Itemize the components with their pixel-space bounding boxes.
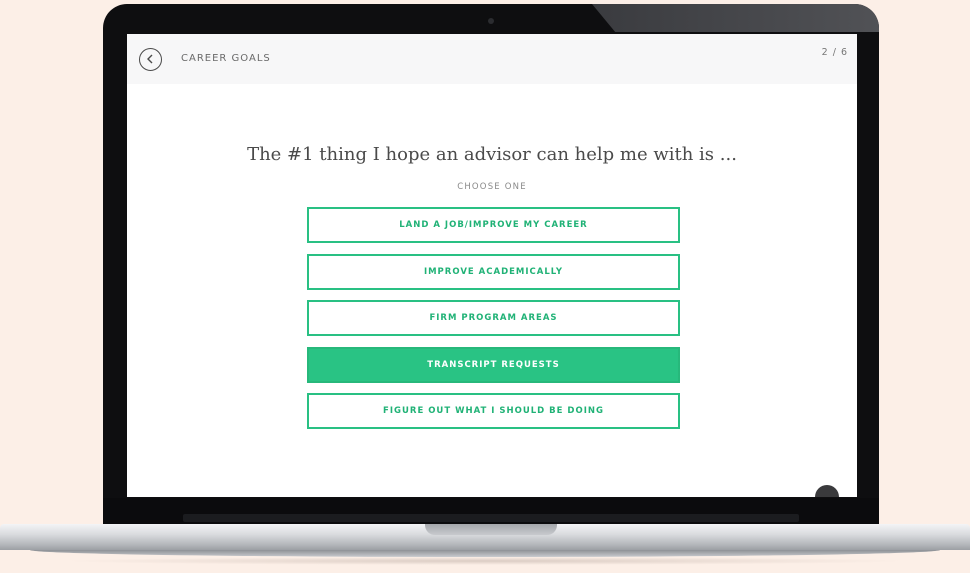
laptop-base-foot <box>30 550 940 557</box>
section-title: CAREER GOALS <box>181 53 271 64</box>
laptop-shadow <box>60 557 910 565</box>
bezel-glare <box>592 4 879 32</box>
option-transcript-requests[interactable]: TRANSCRIPT REQUESTS <box>307 346 680 383</box>
laptop-base <box>0 524 970 550</box>
bezel-bottom <box>103 498 879 526</box>
camera-icon <box>488 18 494 24</box>
chevron-left-icon <box>147 54 153 64</box>
choose-one-label: CHOOSE ONE <box>457 182 527 192</box>
chat-bubble-icon[interactable] <box>815 485 839 497</box>
option-list: LAND A JOB/IMPROVE MY CAREER IMPROVE ACA… <box>307 207 680 440</box>
option-firm-program-areas[interactable]: FIRM PROGRAM AREAS <box>307 300 680 336</box>
option-improve-academically[interactable]: IMPROVE ACADEMICALLY <box>307 253 680 290</box>
progress-indicator: 2 / 6 <box>821 47 848 58</box>
app-screen: CAREER GOALS 2 / 6 The #1 thing I hope a… <box>127 34 857 497</box>
bezel-strip <box>183 514 799 522</box>
laptop-mockup: CAREER GOALS 2 / 6 The #1 thing I hope a… <box>0 0 970 573</box>
base-notch <box>425 524 557 535</box>
option-figure-out[interactable]: FIGURE OUT WHAT I SHOULD BE DOING <box>307 393 680 429</box>
question-heading: The #1 thing I hope an advisor can help … <box>247 144 737 165</box>
option-land-a-job[interactable]: LAND A JOB/IMPROVE MY CAREER <box>307 207 680 243</box>
top-bar: CAREER GOALS 2 / 6 <box>127 34 857 84</box>
back-button[interactable] <box>139 48 162 71</box>
